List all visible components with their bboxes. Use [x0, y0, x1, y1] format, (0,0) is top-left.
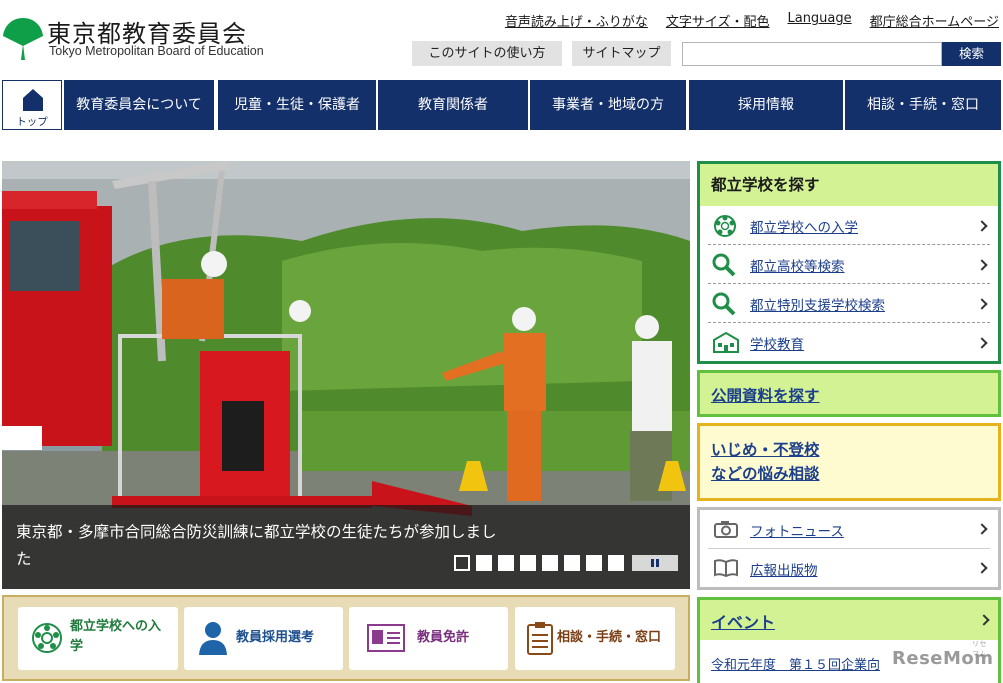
slide-dot[interactable]	[542, 555, 558, 571]
chevron-right-icon	[976, 523, 988, 535]
global-nav: トップ 教育委員会について 児童・生徒・保護者 教育関係者 事業者・地域の方 採…	[0, 80, 1003, 130]
util-link-metro-gov[interactable]: 都庁総合ホームページ	[870, 11, 999, 30]
public-docs-panel[interactable]: 公開資料を探す	[697, 370, 1001, 417]
slide-dot[interactable]	[454, 555, 470, 571]
event-panel: イベント 令和元年度 第１５回企業向	[697, 597, 1001, 683]
nav-recruitment[interactable]: 採用情報	[689, 80, 843, 130]
news-item-publications[interactable]: 広報出版物	[708, 548, 990, 586]
school-search-title: 都立学校を探す	[700, 164, 998, 206]
news-item-photo[interactable]: フォトニュース	[708, 510, 990, 548]
how-to-use-button[interactable]: このサイトの使い方	[412, 41, 562, 66]
search-box	[682, 42, 942, 66]
watermark-kana: リセマム	[972, 640, 987, 658]
quick-link-admission-label: 都立学校への入学	[70, 619, 162, 654]
site-logo[interactable]: 東京都教育委員会 Tokyo Metropolitan Board of Edu…	[2, 10, 282, 66]
slide-dot[interactable]	[476, 555, 492, 571]
logo-subtitle: Tokyo Metropolitan Board of Education	[49, 44, 264, 58]
news-panel: フォトニュース 広報出版物	[697, 507, 1001, 590]
school-search-item-special-support[interactable]: 都立特別支援学校検索	[708, 284, 990, 323]
slide-dot[interactable]	[608, 555, 624, 571]
school-search-item-label: 学校教育	[750, 337, 804, 353]
school-search-item-label: 都立特別支援学校検索	[750, 298, 885, 314]
site-map-button[interactable]: サイトマップ	[572, 41, 671, 66]
chevron-right-icon	[976, 259, 988, 271]
nav-educators[interactable]: 教育関係者	[378, 80, 528, 130]
event-header[interactable]: イベント	[700, 600, 998, 640]
news-item-label: フォトニュース	[750, 524, 844, 540]
camera-icon	[714, 521, 738, 538]
search-button[interactable]: 検索	[942, 42, 1001, 66]
search-input[interactable]	[683, 43, 941, 65]
nav-home-label: トップ	[16, 116, 48, 128]
hero-caption[interactable]: 東京都・多摩市合同総合防災訓練に都立学校の生徒たちが参加しました	[16, 519, 506, 573]
chevron-right-icon	[976, 562, 988, 574]
flower-icon	[32, 623, 62, 653]
school-search-item-label: 都立高校等検索	[750, 259, 845, 275]
clipboard-icon	[527, 622, 553, 655]
ginkgo-logo-icon	[3, 18, 43, 60]
person-icon	[199, 622, 227, 655]
quick-link-teacher-license[interactable]: 教員免許	[349, 607, 508, 670]
event-title[interactable]: イベント	[711, 609, 775, 633]
slide-indicators	[454, 555, 678, 571]
bullying-consultation-panel[interactable]: いじめ・不登校 などの悩み相談	[697, 423, 1001, 501]
chevron-right-icon	[976, 337, 988, 349]
quick-link-teacher-recruit[interactable]: 教員採用選考	[184, 607, 343, 670]
nav-businesses[interactable]: 事業者・地域の方	[530, 80, 686, 130]
nav-about-board[interactable]: 教育委員会について	[64, 80, 214, 130]
util-link-font-size[interactable]: 文字サイズ・配色	[666, 11, 770, 30]
utility-links: 音声読み上げ・ふりがな 文字サイズ・配色 Language 都庁総合ホームページ	[505, 11, 999, 30]
nav-home[interactable]: トップ	[2, 80, 62, 130]
quick-link-teacher-license-label: 教員免許	[417, 630, 470, 645]
school-search-item-admission[interactable]: 都立学校への入学	[708, 206, 990, 245]
open-book-icon	[714, 559, 738, 577]
chevron-right-icon	[976, 220, 988, 232]
util-link-speech[interactable]: 音声読み上げ・ふりがな	[505, 11, 648, 30]
school-search-item-label: 都立学校への入学	[750, 220, 858, 236]
magnifier-icon	[712, 253, 736, 277]
magnifier-icon	[712, 292, 736, 316]
flower-icon	[714, 215, 736, 237]
pause-icon[interactable]	[632, 555, 678, 571]
quick-link-consultation-label: 相談・手続・窓口	[557, 630, 662, 645]
school-building-icon	[713, 331, 739, 353]
home-icon	[23, 89, 43, 111]
util-link-language[interactable]: Language	[787, 11, 851, 30]
id-card-icon	[367, 624, 405, 652]
hero-caption-bar: 東京都・多摩市合同総合防災訓練に都立学校の生徒たちが参加しました	[2, 505, 690, 589]
quick-link-teacher-recruit-label: 教員採用選考	[236, 630, 315, 645]
bullying-line-2: などの悩み相談	[711, 465, 820, 483]
quick-link-admission[interactable]: 都立学校への入学	[18, 607, 178, 670]
quick-link-consultation[interactable]: 相談・手続・窓口	[515, 607, 675, 670]
school-search-item-high-school[interactable]: 都立高校等検索	[708, 245, 990, 284]
slide-dot[interactable]	[586, 555, 602, 571]
slide-dot[interactable]	[498, 555, 514, 571]
bullying-line-1: いじめ・不登校	[711, 441, 820, 459]
public-docs-link[interactable]: 公開資料を探す	[711, 384, 820, 406]
bullying-consultation-link[interactable]: いじめ・不登校 などの悩み相談	[711, 438, 820, 486]
slide-dot[interactable]	[520, 555, 536, 571]
quick-links-panel: 都立学校への入学 教員採用選考 教員免許 相談・手続・窓口	[2, 595, 690, 681]
school-search-item-education[interactable]: 学校教育	[708, 323, 990, 362]
hero-slideshow[interactable]: 東京都・多摩市合同総合防災訓練に都立学校の生徒たちが参加しました	[2, 161, 690, 589]
school-search-panel: 都立学校を探す 都立学校への入学 都立高校等検索 都立特別支援学校検索 学校教育	[697, 161, 1001, 364]
event-item-link[interactable]: 令和元年度 第１５回企業向	[711, 654, 880, 673]
chevron-right-icon	[976, 298, 988, 310]
resemom-watermark: ReseMom リセマム	[892, 640, 994, 669]
nav-consultation[interactable]: 相談・手続・窓口	[845, 80, 1001, 130]
news-item-label: 広報出版物	[750, 563, 818, 579]
slide-dot[interactable]	[564, 555, 580, 571]
nav-students-parents[interactable]: 児童・生徒・保護者	[218, 80, 376, 130]
chevron-right-icon	[978, 614, 990, 626]
